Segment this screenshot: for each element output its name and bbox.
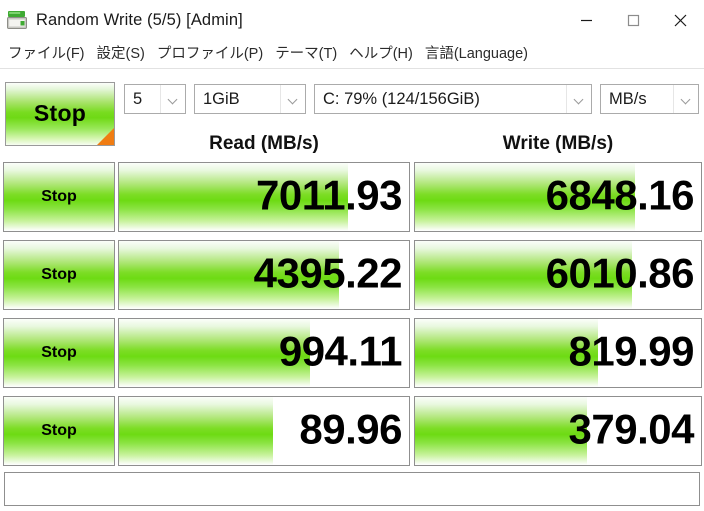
minimize-button[interactable] bbox=[563, 0, 610, 40]
write-bar bbox=[415, 397, 587, 465]
row-stop-button[interactable]: Stop bbox=[3, 240, 115, 310]
disk-drive-icon bbox=[6, 9, 28, 31]
stop-all-label: Stop bbox=[33, 99, 87, 126]
chevron-down-icon bbox=[280, 85, 305, 113]
menu-item-profile[interactable]: プロファイル(P) bbox=[151, 41, 269, 67]
close-button[interactable] bbox=[657, 0, 704, 40]
read-result-cell[interactable]: 89.96 bbox=[118, 396, 410, 466]
status-bar bbox=[4, 472, 700, 506]
menu-bar: ファイル(F) 設定(S) プロファイル(P) テーマ(T) ヘルプ(H) 言語… bbox=[0, 40, 704, 69]
table-row: Stop 89.96 379.04 bbox=[0, 396, 704, 466]
loop-count-dropdown[interactable]: 5 bbox=[124, 84, 186, 114]
column-header-write: Write (MB/s) bbox=[502, 133, 614, 154]
write-result-cell[interactable]: 819.99 bbox=[414, 318, 702, 388]
results-table: Stop 7011.93 6848.16 Stop 4395.22 6010.8… bbox=[0, 162, 704, 474]
read-value: 7011.93 bbox=[255, 171, 403, 219]
write-result-cell[interactable]: 6848.16 bbox=[414, 162, 702, 232]
window-controls bbox=[563, 0, 704, 40]
read-result-cell[interactable]: 994.11 bbox=[118, 318, 410, 388]
chevron-down-icon bbox=[160, 85, 185, 113]
write-value: 6010.86 bbox=[545, 249, 695, 297]
unit-dropdown[interactable]: MB/s bbox=[600, 84, 699, 114]
window-title: Random Write (5/5) [Admin] bbox=[36, 10, 243, 29]
unit-value: MB/s bbox=[609, 89, 647, 108]
write-result-cell[interactable]: 6010.86 bbox=[414, 240, 702, 310]
column-headers: Read (MB/s) Write (MB/s) bbox=[0, 130, 704, 160]
read-value: 89.96 bbox=[299, 405, 402, 453]
read-result-cell[interactable]: 7011.93 bbox=[118, 162, 410, 232]
read-bar bbox=[119, 397, 273, 465]
read-result-cell[interactable]: 4395.22 bbox=[118, 240, 410, 310]
toolbar: Stop 5 1GiB C: 79% (124/156GiB) MB/s bbox=[0, 70, 704, 146]
table-row: Stop 994.11 819.99 bbox=[0, 318, 704, 388]
title-bar: Random Write (5/5) [Admin] bbox=[0, 0, 704, 40]
menu-item-help[interactable]: ヘルプ(H) bbox=[343, 41, 419, 67]
row-stop-label: Stop bbox=[41, 344, 77, 361]
write-result-cell[interactable]: 379.04 bbox=[414, 396, 702, 466]
row-stop-button[interactable]: Stop bbox=[3, 318, 115, 388]
test-size-value: 1GiB bbox=[203, 89, 240, 108]
test-size-dropdown[interactable]: 1GiB bbox=[194, 84, 306, 114]
write-value: 6848.16 bbox=[545, 171, 695, 219]
menu-item-theme[interactable]: テーマ(T) bbox=[269, 41, 343, 67]
row-stop-label: Stop bbox=[41, 422, 77, 439]
read-value: 4395.22 bbox=[253, 249, 403, 297]
row-stop-button[interactable]: Stop bbox=[3, 396, 115, 466]
row-stop-label: Stop bbox=[41, 266, 77, 283]
menu-item-language[interactable]: 言語(Language) bbox=[419, 41, 534, 67]
chevron-down-icon bbox=[673, 85, 698, 113]
write-value: 379.04 bbox=[568, 405, 695, 453]
table-row: Stop 4395.22 6010.86 bbox=[0, 240, 704, 310]
loop-count-value: 5 bbox=[133, 89, 143, 108]
maximize-button[interactable] bbox=[610, 0, 657, 40]
drive-dropdown[interactable]: C: 79% (124/156GiB) bbox=[314, 84, 592, 114]
write-value: 819.99 bbox=[568, 327, 695, 375]
chevron-down-icon bbox=[566, 85, 591, 113]
menu-item-settings[interactable]: 設定(S) bbox=[91, 41, 151, 67]
row-stop-label: Stop bbox=[41, 188, 77, 205]
column-header-read: Read (MB/s) bbox=[209, 133, 319, 154]
drive-value: C: 79% (124/156GiB) bbox=[323, 89, 480, 108]
menu-item-file[interactable]: ファイル(F) bbox=[2, 41, 91, 67]
read-value: 994.11 bbox=[278, 327, 403, 375]
table-row: Stop 7011.93 6848.16 bbox=[0, 162, 704, 232]
row-stop-button[interactable]: Stop bbox=[3, 162, 115, 232]
